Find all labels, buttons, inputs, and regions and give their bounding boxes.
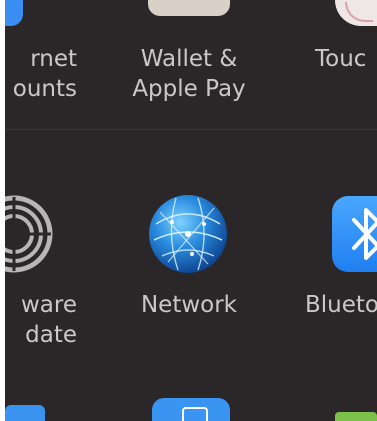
pane-label-line: Apple Pay xyxy=(132,76,246,102)
wallet-icon[interactable] xyxy=(148,0,230,16)
pane-label-line: ware xyxy=(20,292,77,318)
pane-label: rnet ounts xyxy=(5,44,77,104)
pane-label-line: rnet xyxy=(30,46,77,72)
internet-accounts-icon[interactable] xyxy=(5,0,23,26)
pane-label-line: Blueto xyxy=(305,292,377,318)
fingerprint-icon[interactable] xyxy=(335,0,377,26)
pane-label-line: Network xyxy=(140,292,238,318)
pane-label: Touc xyxy=(315,44,377,74)
pane-label-line: ounts xyxy=(12,76,77,102)
system-preferences-window: rnet ounts Wallet & Apple Pay Touc ware … xyxy=(5,0,377,421)
pane-label: ware date xyxy=(5,290,77,350)
pane-label-line: date xyxy=(25,322,77,348)
section-divider xyxy=(5,129,377,130)
pane-label: Blueto xyxy=(305,290,377,320)
bluetooth-icon[interactable] xyxy=(332,196,377,272)
pane-label-line: Touc xyxy=(315,46,367,72)
gear-icon[interactable] xyxy=(5,195,53,273)
pane-label: Network xyxy=(114,290,264,320)
pane-label: Wallet & Apple Pay xyxy=(114,44,264,104)
globe-icon[interactable] xyxy=(148,194,228,274)
preferences-icon[interactable] xyxy=(335,412,377,421)
pane-label-line: Wallet & xyxy=(140,46,238,72)
extensions-icon[interactable] xyxy=(5,405,45,421)
sharing-icon[interactable] xyxy=(152,398,230,421)
